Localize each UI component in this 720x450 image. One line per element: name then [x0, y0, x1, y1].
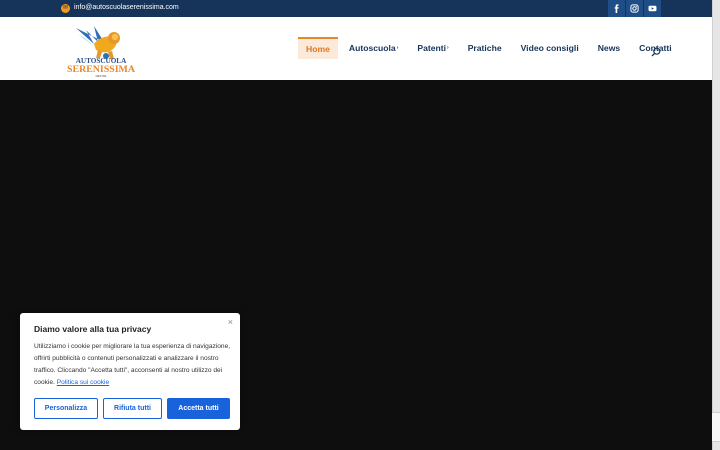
email-icon: ✉ — [61, 3, 70, 13]
nav-patenti-label: Patenti — [417, 43, 447, 53]
contact-email[interactable]: ✉ info@autoscuolaserenissima.com — [61, 3, 179, 13]
cookie-consent-dialog: × Diamo valore alla tua privacy Utilizzi… — [20, 313, 240, 430]
chevron-down-icon: › — [447, 45, 449, 51]
nav-pratiche-label: Pratiche — [467, 43, 502, 53]
nav-autoscuola[interactable]: Autoscuola › — [341, 37, 406, 59]
nav-pratiche[interactable]: Pratiche — [460, 37, 510, 59]
main-nav: Home Autoscuola › Patenti › Pratiche Video… — [298, 37, 683, 59]
nav-patenti[interactable]: Patenti › — [409, 37, 456, 59]
logo-line2: SERENISSIMA — [67, 64, 135, 75]
facebook-icon[interactable] — [608, 0, 625, 17]
nav-home[interactable]: Home — [298, 37, 338, 59]
youtube-icon[interactable] — [644, 0, 661, 17]
social-links — [608, 0, 661, 17]
cookie-policy-link[interactable]: Politica sui cookie — [57, 379, 109, 386]
nav-autoscuola-label: Autoscuola — [348, 43, 396, 53]
nav-video-consigli[interactable]: Video consigli — [513, 37, 587, 59]
cookie-body: Utilizziamo i cookie per migliorare la t… — [34, 341, 234, 389]
site-logo[interactable]: AUTOSCUOLA SERENISSIMA MESTRE — [64, 22, 138, 78]
cookie-title: Diamo valore alla tua privacy — [34, 324, 152, 334]
nav-home-label: Home — [306, 44, 330, 54]
chevron-down-icon: › — [396, 45, 399, 51]
site-header: AUTOSCUOLA SERENISSIMA MESTRE Home Autos… — [0, 17, 712, 80]
nav-news-label: News — [597, 43, 621, 53]
cookie-buttons: Personalizza Rifiuta tutti Accetta tutti — [34, 398, 230, 419]
email-text[interactable]: info@autoscuolaserenissima.com — [74, 3, 179, 13]
nav-video-consigli-label: Video consigli — [520, 43, 579, 53]
recaptcha-badge[interactable] — [712, 412, 720, 442]
logo-line3: MESTRE — [96, 74, 107, 78]
close-icon[interactable]: × — [228, 317, 233, 327]
top-bar: ✉ info@autoscuolaserenissima.com — [0, 0, 712, 17]
page-scrollbar[interactable] — [712, 0, 720, 450]
customize-button[interactable]: Personalizza — [34, 398, 98, 419]
search-icon[interactable] — [651, 44, 661, 57]
reject-all-button[interactable]: Rifiuta tutti — [103, 398, 162, 419]
nav-news[interactable]: News — [590, 37, 628, 59]
accept-all-button[interactable]: Accetta tutti — [167, 398, 230, 419]
instagram-icon[interactable] — [626, 0, 643, 17]
